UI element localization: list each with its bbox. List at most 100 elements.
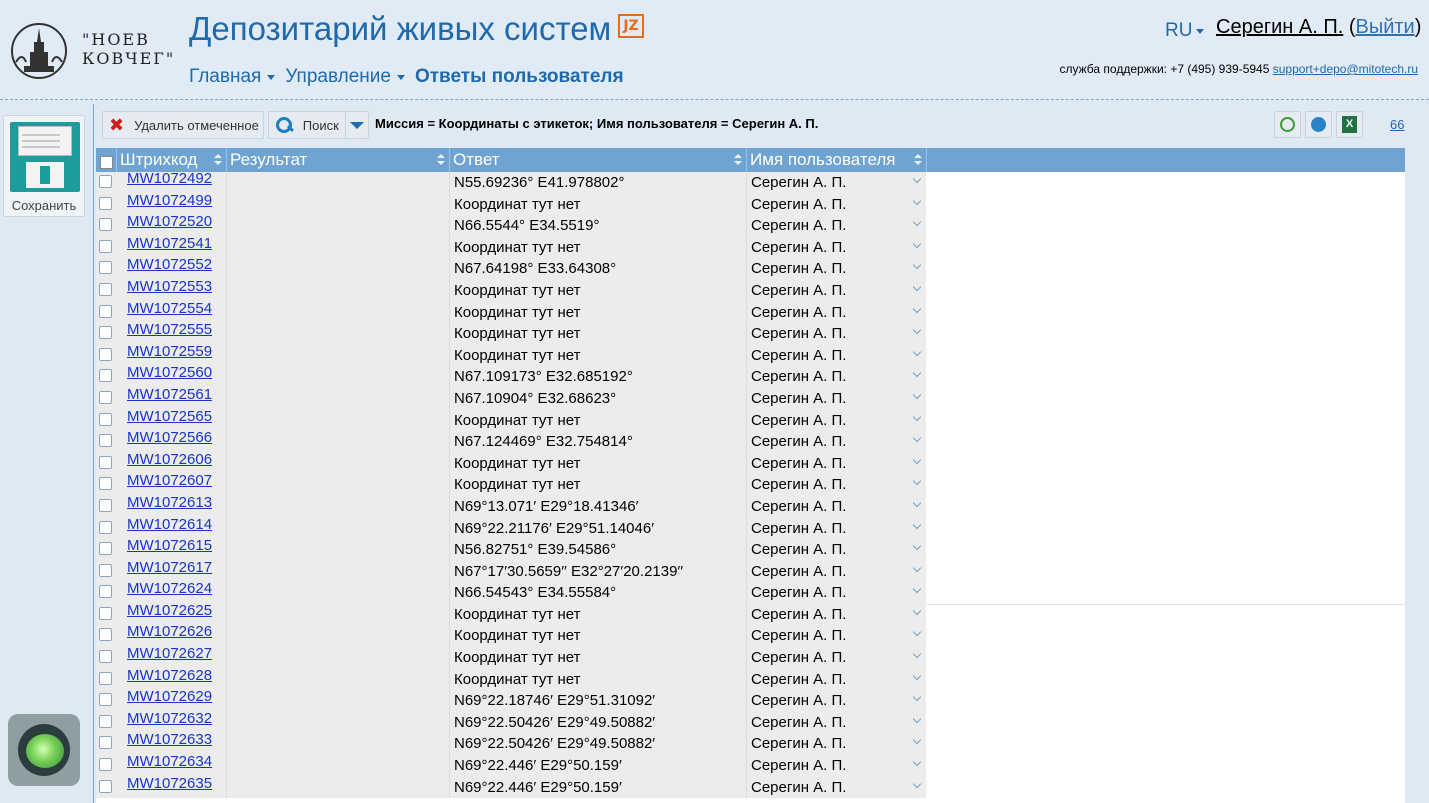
column-barcode[interactable]: Штрихкод — [117, 148, 227, 172]
answer-cell[interactable]: N66.54543° E34.55584° — [449, 582, 746, 604]
row-checkbox[interactable] — [99, 196, 112, 210]
barcode-link[interactable]: MW1072614 — [127, 516, 212, 533]
answer-cell[interactable]: N67.109173° E32.685192° — [449, 366, 746, 388]
user-cell[interactable]: Серегин А. П. — [746, 452, 926, 475]
answer-cell[interactable]: Координат тут нет — [449, 603, 746, 626]
result-cell[interactable] — [226, 539, 450, 561]
barcode-link[interactable]: MW1072606 — [127, 451, 212, 468]
barcode-link[interactable]: MW1072613 — [127, 494, 212, 511]
answer-cell[interactable]: Координат тут нет — [449, 409, 746, 432]
answer-cell[interactable]: N69°22.18746′ E29°51.31092′ — [449, 690, 746, 712]
user-cell[interactable]: Серегин А. П. — [746, 193, 926, 216]
table-row[interactable]: MW1072499 Координат тут нет Серегин А. П. — [96, 192, 926, 216]
chat-assistant-button[interactable] — [8, 714, 80, 786]
result-cell[interactable] — [226, 236, 450, 259]
user-cell[interactable]: Серегин А. П. — [746, 517, 926, 540]
result-cell[interactable] — [226, 344, 450, 367]
row-checkbox[interactable] — [99, 455, 112, 469]
row-checkbox[interactable] — [99, 218, 112, 232]
user-cell[interactable]: Серегин А. П. — [746, 539, 926, 561]
answer-cell[interactable]: N66.5544° E34.5519° — [449, 215, 746, 237]
table-row[interactable]: MW1072607 Координат тут нет Серегин А. П. — [96, 472, 926, 496]
result-cell[interactable] — [226, 495, 450, 518]
answer-cell[interactable]: N67°17′30.5659′′ E32°27′20.2139′′ — [449, 560, 746, 583]
table-row[interactable]: MW1072606 Координат тут нет Серегин А. П. — [96, 451, 926, 475]
table-row[interactable]: MW1072634 N69°22.446′ E29°50.159′ Серегин … — [96, 753, 926, 777]
delete-selected-button[interactable]: ✖ Удалить отмеченное — [102, 111, 264, 139]
result-cell[interactable] — [226, 625, 450, 648]
table-row[interactable]: MW1072614 N69°22.21176′ E29°51.14046′ Сере… — [96, 516, 926, 540]
table-row[interactable]: MW1072624 N66.54543° E34.55584° Серегин А.… — [96, 580, 926, 604]
result-cell[interactable] — [226, 452, 450, 475]
barcode-link[interactable]: MW1072566 — [127, 429, 212, 446]
result-cell[interactable] — [226, 776, 450, 799]
user-cell[interactable]: Серегин А. П. — [746, 560, 926, 583]
result-cell[interactable] — [226, 409, 450, 432]
table-row[interactable]: MW1072560 N67.109173° E32.685192° Серегин … — [96, 364, 926, 388]
barcode-link[interactable]: MW1072624 — [127, 580, 212, 597]
answer-cell[interactable]: Координат тут нет — [449, 647, 746, 669]
answer-cell[interactable]: Координат тут нет — [449, 625, 746, 648]
refresh-auto-button[interactable] — [1274, 111, 1301, 138]
table-row[interactable]: MW1072555 Координат тут нет Серегин А. П. — [96, 321, 926, 345]
result-cell[interactable] — [226, 690, 450, 712]
answer-cell[interactable]: N69°13.071′ E29°18.41346′ — [449, 495, 746, 518]
row-checkbox[interactable] — [99, 326, 112, 340]
user-name-link[interactable]: Серегин А. П. — [1216, 16, 1343, 38]
row-checkbox[interactable] — [99, 671, 112, 685]
user-cell[interactable]: Серегин А. П. — [746, 215, 926, 237]
barcode-link[interactable]: MW1072555 — [127, 321, 212, 338]
row-checkbox[interactable] — [99, 261, 112, 275]
answer-cell[interactable]: Координат тут нет — [449, 193, 746, 216]
result-cell[interactable] — [226, 711, 450, 734]
answer-cell[interactable]: N67.64198° E33.64308° — [449, 258, 746, 280]
user-cell[interactable]: Серегин А. П. — [746, 668, 926, 691]
row-checkbox[interactable] — [99, 563, 112, 577]
answer-cell[interactable]: Координат тут нет — [449, 236, 746, 259]
column-user[interactable]: Имя пользователя — [747, 148, 927, 172]
answer-cell[interactable]: Координат тут нет — [449, 474, 746, 496]
user-cell[interactable]: Серегин А. П. — [746, 625, 926, 648]
table-row[interactable]: MW1072520 N66.5544° E34.5519° Серегин А. П… — [96, 213, 926, 237]
user-cell[interactable]: Серегин А. П. — [746, 474, 926, 496]
result-cell[interactable] — [226, 474, 450, 496]
table-row[interactable]: MW1072635 N69°22.446′ E29°50.159′ Серегин … — [96, 775, 926, 799]
answer-cell[interactable]: N56.82751° E39.54586° — [449, 539, 746, 561]
barcode-link[interactable]: MW1072634 — [127, 753, 212, 770]
language-select[interactable]: RU — [1165, 20, 1205, 42]
table-row[interactable]: MW1072492 N55.69236° E41.978802° Серегин А… — [96, 170, 926, 194]
table-row[interactable]: MW1072627 Координат тут нет Серегин А. П. — [96, 645, 926, 669]
column-answer[interactable]: Ответ — [450, 148, 747, 172]
row-checkbox[interactable] — [99, 520, 112, 534]
user-cell[interactable]: Серегин А. П. — [746, 301, 926, 324]
select-all-checkbox[interactable] — [100, 156, 113, 169]
user-cell[interactable]: Серегин А. П. — [746, 495, 926, 518]
row-checkbox[interactable] — [99, 628, 112, 642]
result-cell[interactable] — [226, 560, 450, 583]
result-cell[interactable] — [226, 647, 450, 669]
user-cell[interactable]: Серегин А. П. — [746, 755, 926, 777]
nav-main[interactable]: Главная — [189, 66, 276, 88]
answer-cell[interactable]: Координат тут нет — [449, 668, 746, 691]
barcode-link[interactable]: MW1072632 — [127, 710, 212, 727]
answer-cell[interactable]: N69°22.446′ E29°50.159′ — [449, 755, 746, 777]
barcode-link[interactable]: MW1072499 — [127, 192, 212, 209]
row-checkbox[interactable] — [99, 693, 112, 707]
search-dropdown[interactable] — [344, 112, 364, 138]
row-checkbox[interactable] — [99, 606, 112, 620]
table-row[interactable]: MW1072613 N69°13.071′ E29°18.41346′ Сереги… — [96, 494, 926, 518]
table-row[interactable]: MW1072632 N69°22.50426′ E29°49.50882′ Сере… — [96, 710, 926, 734]
row-checkbox[interactable] — [99, 477, 112, 491]
barcode-link[interactable]: MW1072626 — [127, 623, 212, 640]
table-row[interactable]: MW1072629 N69°22.18746′ E29°51.31092′ Сере… — [96, 688, 926, 712]
user-cell[interactable]: Серегин А. П. — [746, 279, 926, 302]
table-row[interactable]: MW1072626 Координат тут нет Серегин А. П. — [96, 623, 926, 648]
barcode-link[interactable]: MW1072565 — [127, 408, 212, 425]
row-checkbox[interactable] — [99, 347, 112, 361]
row-checkbox[interactable] — [99, 282, 112, 296]
barcode-link[interactable]: MW1072554 — [127, 300, 212, 317]
user-cell[interactable]: Серегин А. П. — [746, 344, 926, 367]
support-email-link[interactable]: support+depo@mitotech.ru — [1273, 62, 1418, 76]
barcode-link[interactable]: MW1072561 — [127, 386, 212, 403]
table-row[interactable]: MW1072554 Координат тут нет Серегин А. П. — [96, 300, 926, 324]
